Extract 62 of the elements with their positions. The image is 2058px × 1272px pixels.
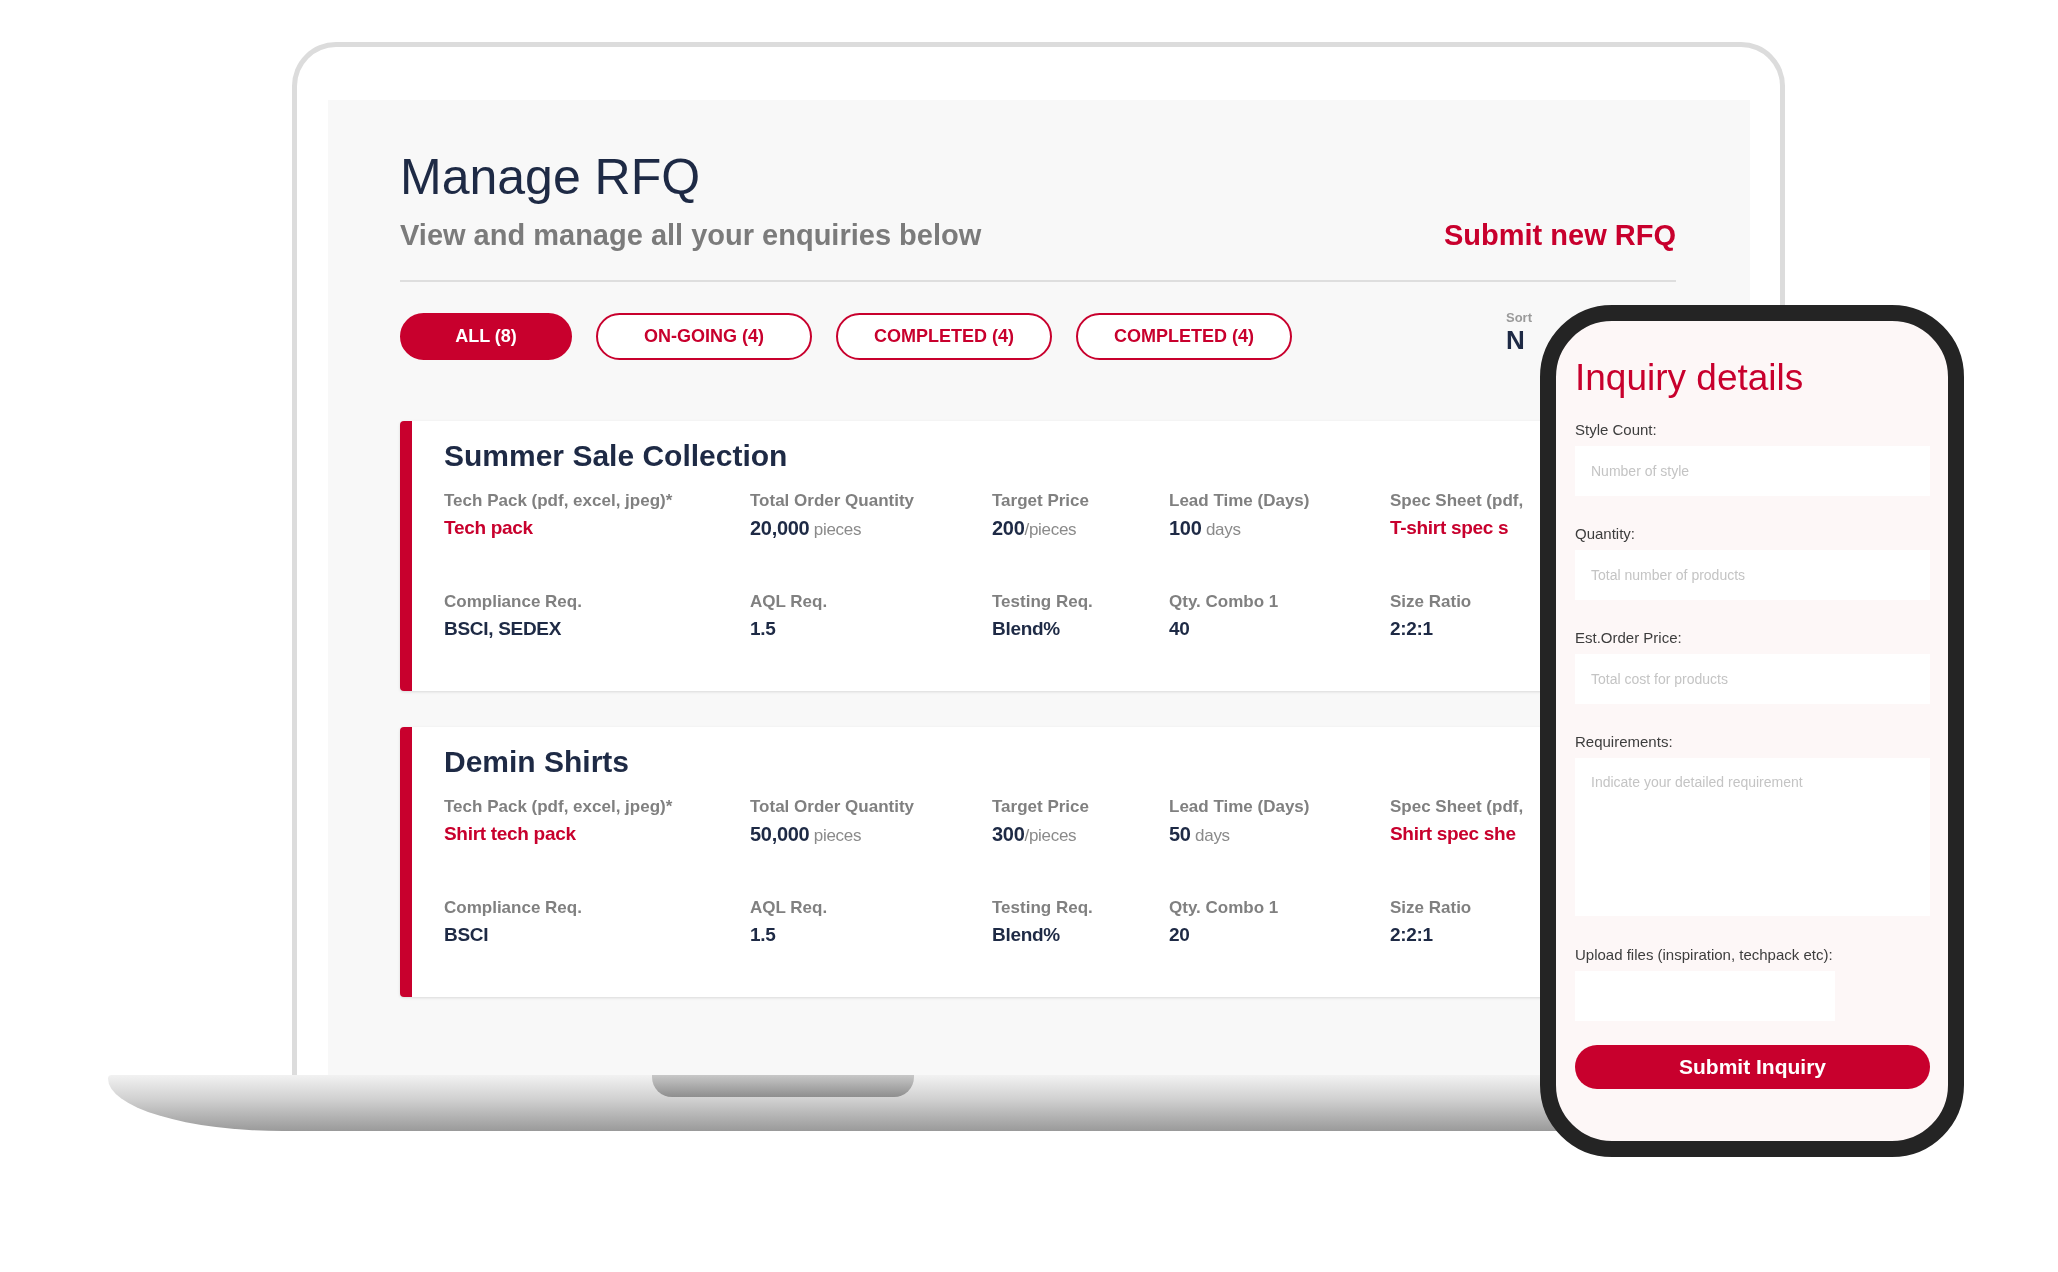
submit-inquiry-button[interactable]: Submit Inquiry [1575, 1045, 1930, 1089]
submit-rfq-link[interactable]: Submit new RFQ [1444, 219, 1676, 252]
filter-tab[interactable]: COMPLETED (4) [836, 313, 1052, 360]
field-label: Size Ratio [1390, 898, 1472, 918]
field-label: Requirements: [1575, 733, 1674, 750]
field-value: 2:2:1 [1390, 618, 1433, 640]
field-label: Spec Sheet (pdf, [1390, 491, 1524, 511]
field-label: Target Price [992, 491, 1089, 511]
field-value: 1.5 [750, 924, 776, 946]
field-value: BSCI, SEDEX [444, 618, 562, 640]
field-label: Lead Time (Days) [1169, 491, 1310, 511]
page-title: Manage RFQ [400, 150, 702, 205]
field-label: Total Order Quantity [750, 797, 915, 817]
field-label: Testing Req. [992, 898, 1093, 918]
field-value: 200/pieces [992, 517, 1077, 540]
file-link[interactable]: Tech pack [444, 517, 533, 539]
field-label: Spec Sheet (pdf, [1390, 797, 1524, 817]
field-label: AQL Req. [750, 898, 828, 918]
field-label: Upload files (inspiration, techpack etc): [1575, 946, 1834, 963]
field-label: Style Count: [1575, 421, 1658, 438]
field-value: 2:2:1 [1390, 924, 1433, 946]
field-value: 100 days [1169, 517, 1241, 540]
field-value: 20,000 pieces [750, 517, 862, 540]
filter-tab[interactable]: ON-GOING (4) [596, 313, 812, 360]
input-field[interactable]: Total number of products [1575, 550, 1930, 600]
field-value: Blend% [992, 618, 1060, 640]
field-label: Target Price [992, 797, 1089, 817]
field-label: Quantity: [1575, 525, 1637, 542]
input-field[interactable]: Total cost for products [1575, 654, 1930, 704]
field-value: 50,000 pieces [750, 823, 862, 846]
inquiry-title: Inquiry details [1575, 357, 1805, 399]
filter-tab[interactable]: COMPLETED (4) [1076, 313, 1292, 360]
field-value: BSCI [444, 924, 489, 946]
field-label: Qty. Combo 1 [1169, 898, 1279, 918]
rfq-title: Summer Sale Collection [444, 439, 788, 473]
field-label: Est.Order Price: [1575, 629, 1683, 646]
field-value: 300/pieces [992, 823, 1077, 846]
sort-label: Sort [1506, 309, 1532, 325]
field-label: AQL Req. [750, 592, 828, 612]
rfq-title: Demin Shirts [444, 745, 630, 779]
requirements-field[interactable]: Indicate your detailed requirement [1575, 758, 1930, 916]
field-label: Total Order Quantity [750, 491, 915, 511]
field-value: 1.5 [750, 618, 776, 640]
field-label: Compliance Req. [444, 592, 582, 612]
file-link[interactable]: Shirt tech pack [444, 823, 576, 845]
input-field[interactable]: Number of style [1575, 446, 1930, 496]
sort-value[interactable]: N [1506, 324, 1525, 356]
field-label: Tech Pack (pdf, excel, jpeg)* [444, 491, 673, 511]
field-label: Size Ratio [1390, 592, 1472, 612]
file-link[interactable]: Shirt spec she [1390, 823, 1516, 845]
field-value: 40 [1169, 618, 1190, 640]
field-label: Qty. Combo 1 [1169, 592, 1279, 612]
field-label: Lead Time (Days) [1169, 797, 1310, 817]
filter-tab[interactable]: ALL (8) [400, 313, 572, 360]
field-label: Testing Req. [992, 592, 1093, 612]
page-subtitle: View and manage all your enquiries below [400, 219, 982, 252]
field-label: Tech Pack (pdf, excel, jpeg)* [444, 797, 673, 817]
field-value: 20 [1169, 924, 1190, 946]
field-label: Compliance Req. [444, 898, 582, 918]
field-value: 50 days [1169, 823, 1230, 846]
file-link[interactable]: T-shirt spec s [1390, 517, 1509, 539]
field-value: Blend% [992, 924, 1060, 946]
